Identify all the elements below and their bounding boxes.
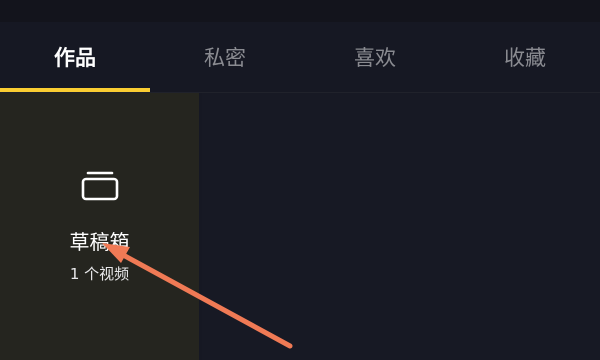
tab-favorites[interactable]: 收藏 — [450, 22, 600, 92]
drafts-box-icon — [81, 171, 119, 201]
drafts-video-count: 1 个视频 — [69, 265, 130, 283]
top-strip — [0, 0, 600, 22]
drafts-tile[interactable]: 草稿箱 1 个视频 — [0, 93, 199, 360]
profile-works-screen: 作品 私密 喜欢 收藏 草稿箱 1 个视频 — [0, 0, 600, 360]
works-grid: 草稿箱 1 个视频 — [0, 93, 600, 360]
profile-tab-bar: 作品 私密 喜欢 收藏 — [0, 22, 600, 92]
tab-private[interactable]: 私密 — [150, 22, 300, 92]
drafts-title: 草稿箱 — [69, 230, 130, 254]
tab-works[interactable]: 作品 — [0, 22, 150, 92]
tab-likes[interactable]: 喜欢 — [300, 22, 450, 92]
empty-grid-area — [202, 93, 600, 360]
